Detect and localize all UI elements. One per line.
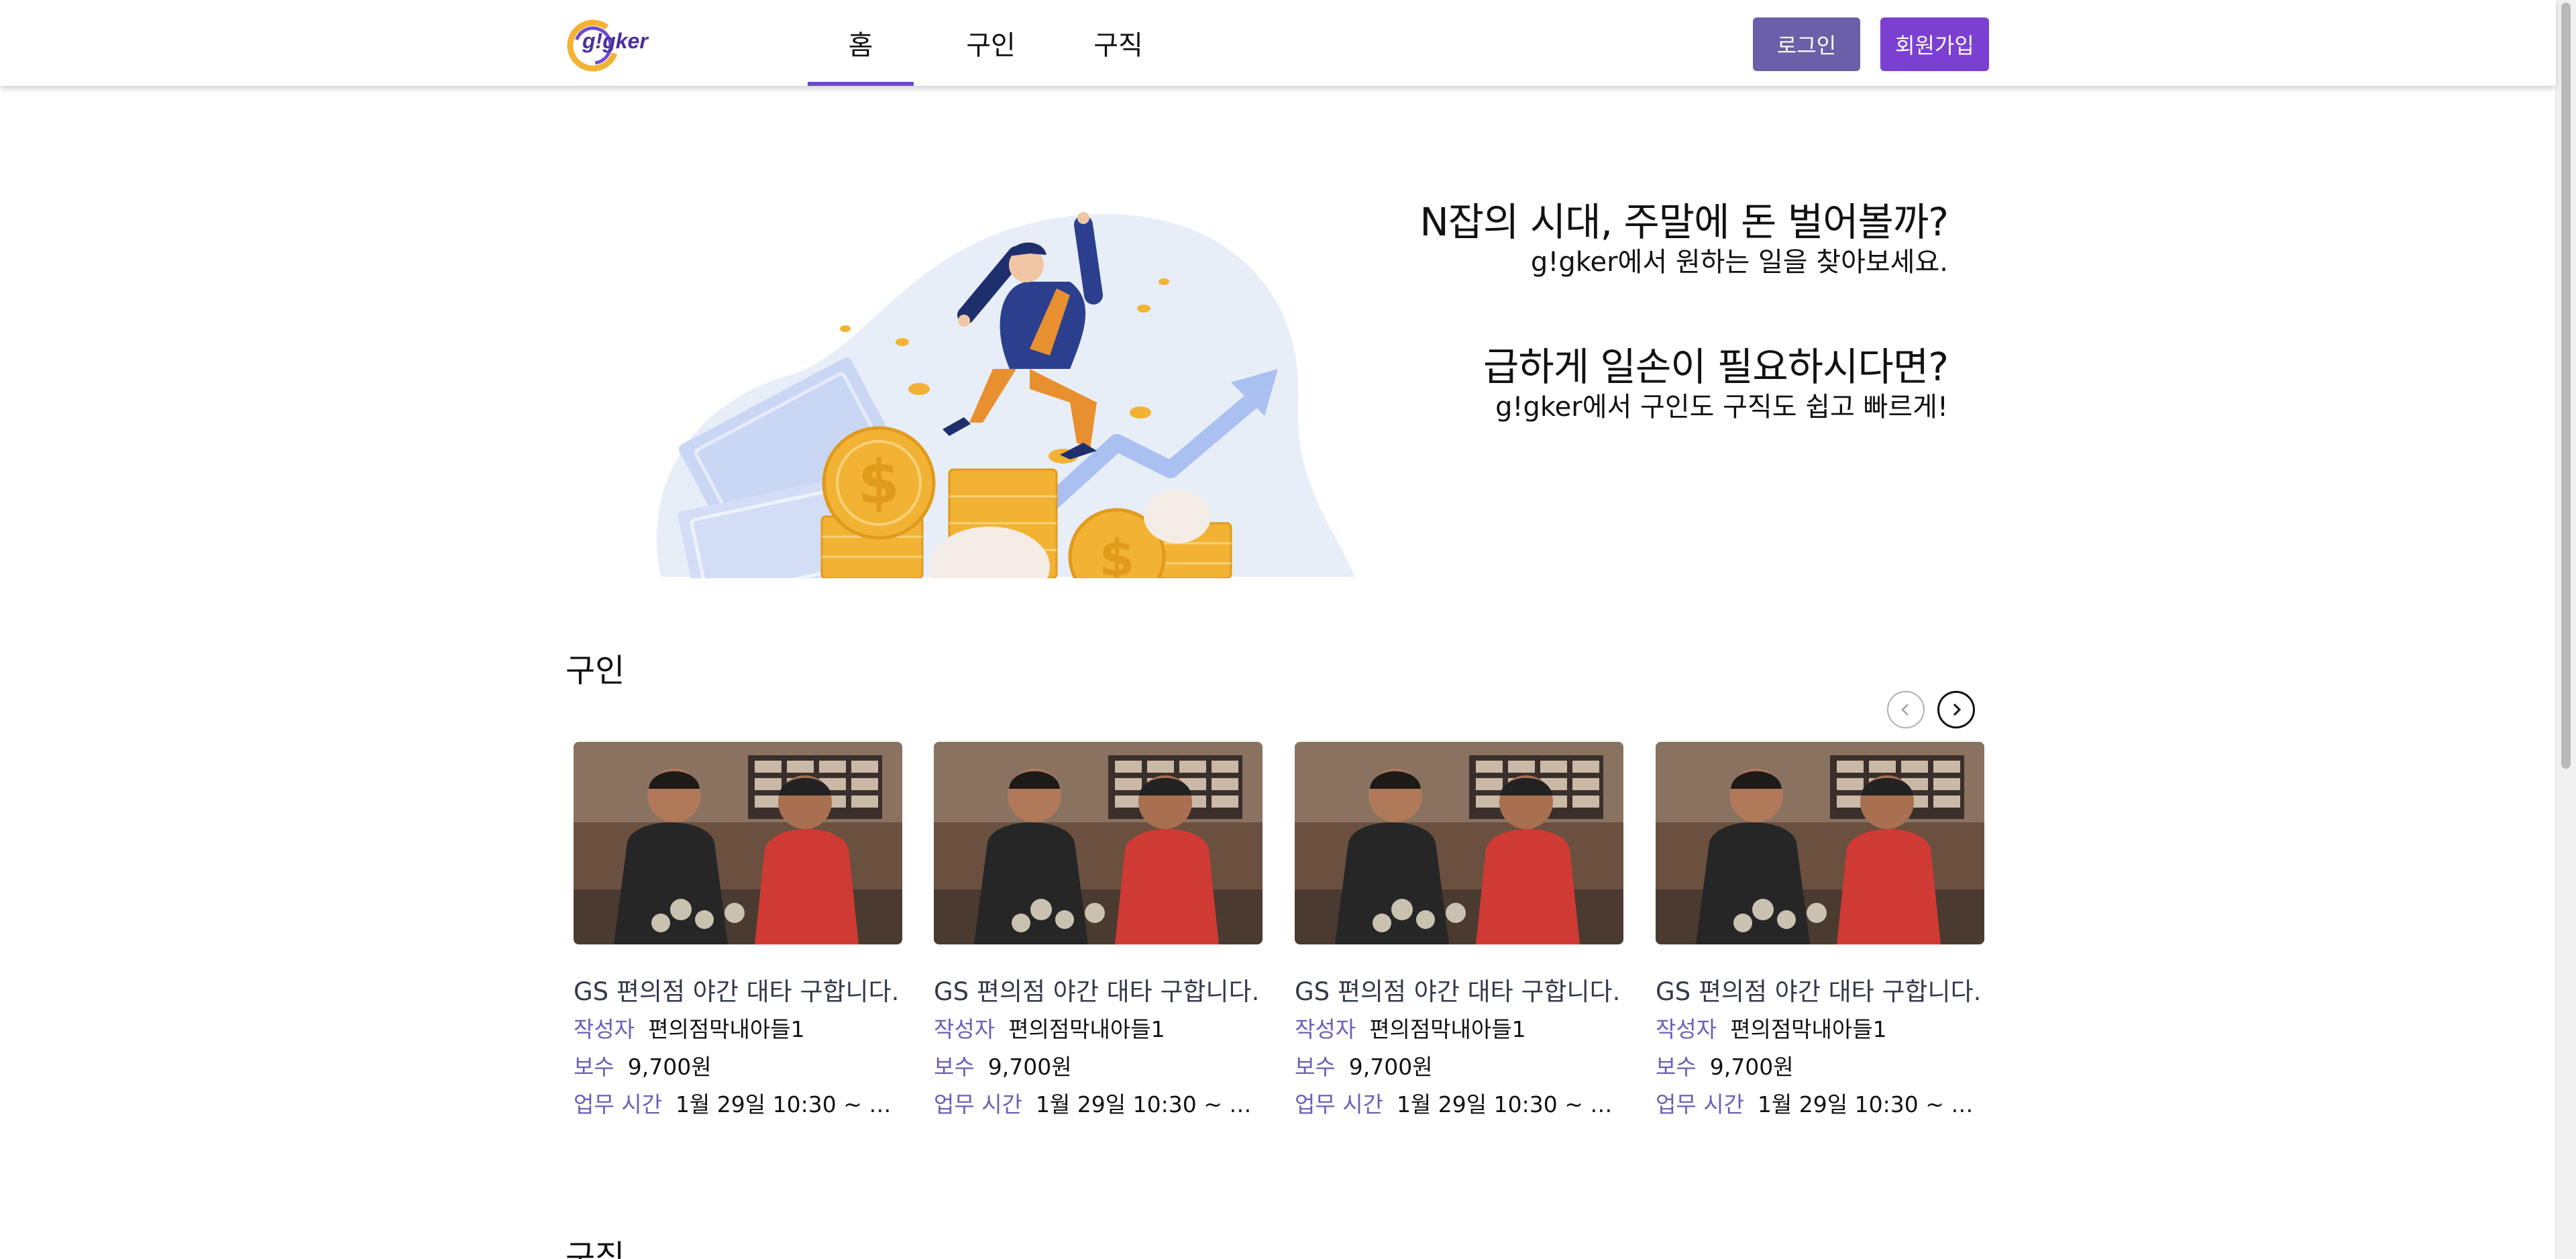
carousel-next-button[interactable] bbox=[1937, 691, 1975, 728]
time-label: 업무 시간 bbox=[934, 1091, 1022, 1117]
writer-label: 작성자 bbox=[1656, 1016, 1717, 1042]
job-card-image bbox=[934, 742, 1263, 944]
time-value: 1월 29일 10:30 ~ 1월 29일 18:30 bbox=[1035, 1091, 1263, 1117]
job-card-pay-row: 보수 9,700원 bbox=[1656, 1052, 1984, 1083]
writer-label: 작성자 bbox=[574, 1016, 635, 1042]
logo-text: g!gker bbox=[582, 29, 649, 53]
job-card-title: GS 편의점 야간 대타 구합니다. bbox=[934, 977, 1260, 1006]
job-card-time-row: 업무 시간 1월 29일 10:30 ~ 1월 29일 18:30 bbox=[1295, 1089, 1623, 1120]
writer-label: 작성자 bbox=[1295, 1016, 1356, 1042]
page-scrollbar[interactable] bbox=[2555, 0, 2576, 1259]
job-card-image bbox=[574, 742, 902, 944]
pay-label: 보수 bbox=[934, 1054, 975, 1080]
job-card-title: GS 편의점 야간 대타 구합니다. bbox=[1295, 977, 1621, 1006]
job-card[interactable]: GS 편의점 야간 대타 구합니다. 작성자 편의점막내아들1 보수 9,700원 … bbox=[1295, 742, 1623, 1120]
job-card-pay-row: 보수 9,700원 bbox=[574, 1052, 902, 1083]
login-button[interactable]: 로그인 bbox=[1753, 17, 1860, 71]
pay-value: 9,700원 bbox=[1709, 1054, 1794, 1080]
job-card-writer-row: 작성자 편의점막내아들1 bbox=[1295, 1014, 1623, 1045]
hero-text-block-1: N잡의 시대, 주말에 돈 벌어볼까? g!gker에서 원하는 일을 찾아보세… bbox=[1419, 199, 1949, 279]
job-card-title: GS 편의점 야간 대타 구합니다. bbox=[574, 977, 900, 1006]
job-card-time-row: 업무 시간 1월 29일 10:30 ~ 1월 29일 18:30 bbox=[934, 1089, 1263, 1120]
main-nav: 홈 구인 구직 bbox=[808, 0, 1169, 86]
gigker-logo[interactable]: g!gker bbox=[565, 16, 652, 72]
nav-tab-hire[interactable]: 구인 bbox=[941, 0, 1041, 86]
carousel-prev-button[interactable] bbox=[1887, 691, 1925, 728]
chevron-right-icon bbox=[1953, 703, 1962, 716]
pay-label: 보수 bbox=[1295, 1054, 1336, 1080]
top-navbar: g!gker 홈 구인 구직 로그인 회원가입 bbox=[0, 0, 2556, 86]
pay-label: 보수 bbox=[1656, 1054, 1697, 1080]
job-card-writer-row: 작성자 편의점막내아들1 bbox=[1656, 1014, 1984, 1045]
scrollbar-thumb[interactable] bbox=[2561, 3, 2571, 769]
writer-value: 편의점막내아들1 bbox=[1730, 1016, 1887, 1042]
hero-title-2: 급하게 일손이 필요하시다면? bbox=[1483, 344, 1949, 390]
job-card-pay-row: 보수 9,700원 bbox=[934, 1052, 1263, 1083]
section-title-seek: 구직 bbox=[566, 1238, 625, 1259]
job-card-pay-row: 보수 9,700원 bbox=[1295, 1052, 1623, 1083]
job-card-image bbox=[1656, 742, 1984, 944]
job-card-writer-row: 작성자 편의점막내아들1 bbox=[574, 1014, 902, 1045]
pay-value: 9,700원 bbox=[987, 1054, 1072, 1080]
time-value: 1월 29일 10:30 ~ 1월 29일 18:30 bbox=[1757, 1091, 1984, 1117]
section-title-hire: 구인 bbox=[566, 652, 625, 690]
pay-value: 9,700원 bbox=[1348, 1054, 1433, 1080]
job-card-time-row: 업무 시간 1월 29일 10:30 ~ 1월 29일 18:30 bbox=[1656, 1089, 1984, 1120]
hero-text-block-2: 급하게 일손이 필요하시다면? g!gker에서 구인도 구직도 쉽고 빠르게! bbox=[1483, 343, 1949, 424]
writer-value: 편의점막내아들1 bbox=[648, 1016, 805, 1042]
svg-text:$: $ bbox=[1099, 528, 1135, 578]
writer-value: 편의점막내아들1 bbox=[1369, 1016, 1526, 1042]
svg-text:$: $ bbox=[858, 447, 900, 518]
chevron-left-icon bbox=[1901, 704, 1909, 716]
job-card-writer-row: 작성자 편의점막내아들1 bbox=[934, 1014, 1263, 1045]
nav-tab-home[interactable]: 홈 bbox=[808, 0, 914, 86]
time-label: 업무 시간 bbox=[1295, 1091, 1383, 1117]
hero-subtitle-2: g!gker에서 구인도 구직도 쉽고 빠르게! bbox=[1495, 392, 1948, 423]
job-card[interactable]: GS 편의점 야간 대타 구합니다. 작성자 편의점막내아들1 보수 9,700원 … bbox=[934, 742, 1263, 1120]
time-label: 업무 시간 bbox=[1656, 1091, 1744, 1117]
nav-tab-seek[interactable]: 구직 bbox=[1068, 0, 1169, 86]
pay-label: 보수 bbox=[574, 1054, 614, 1080]
pay-value: 9,700원 bbox=[627, 1054, 712, 1080]
job-card[interactable]: GS 편의점 야간 대타 구합니다. 작성자 편의점막내아들1 보수 9,700원 … bbox=[1656, 742, 1984, 1120]
time-value: 1월 29일 10:30 ~ 1월 29일 18:30 bbox=[1396, 1091, 1623, 1117]
time-value: 1월 29일 10:30 ~ 1월 29일 18:30 bbox=[675, 1091, 902, 1117]
hero-subtitle-1: g!gker에서 원하는 일을 찾아보세요. bbox=[1530, 247, 1948, 278]
hero-illustration: $ $ bbox=[656, 212, 1355, 578]
hero-title-1: N잡의 시대, 주말에 돈 벌어볼까? bbox=[1419, 199, 1949, 245]
job-card-image bbox=[1295, 742, 1623, 944]
job-card-time-row: 업무 시간 1월 29일 10:30 ~ 1월 29일 18:30 bbox=[574, 1089, 902, 1120]
time-label: 업무 시간 bbox=[574, 1091, 662, 1117]
writer-label: 작성자 bbox=[934, 1016, 996, 1042]
signup-button[interactable]: 회원가입 bbox=[1880, 17, 1989, 71]
job-card-title: GS 편의점 야간 대타 구합니다. bbox=[1656, 977, 1982, 1006]
writer-value: 편의점막내아들1 bbox=[1008, 1016, 1165, 1042]
job-card[interactable]: GS 편의점 야간 대타 구합니다. 작성자 편의점막내아들1 보수 9,700원 … bbox=[574, 742, 902, 1120]
page: g!gker 홈 구인 구직 로그인 회원가입 $ $ N잡의 시대, 주말에 … bbox=[0, 0, 2576, 1259]
